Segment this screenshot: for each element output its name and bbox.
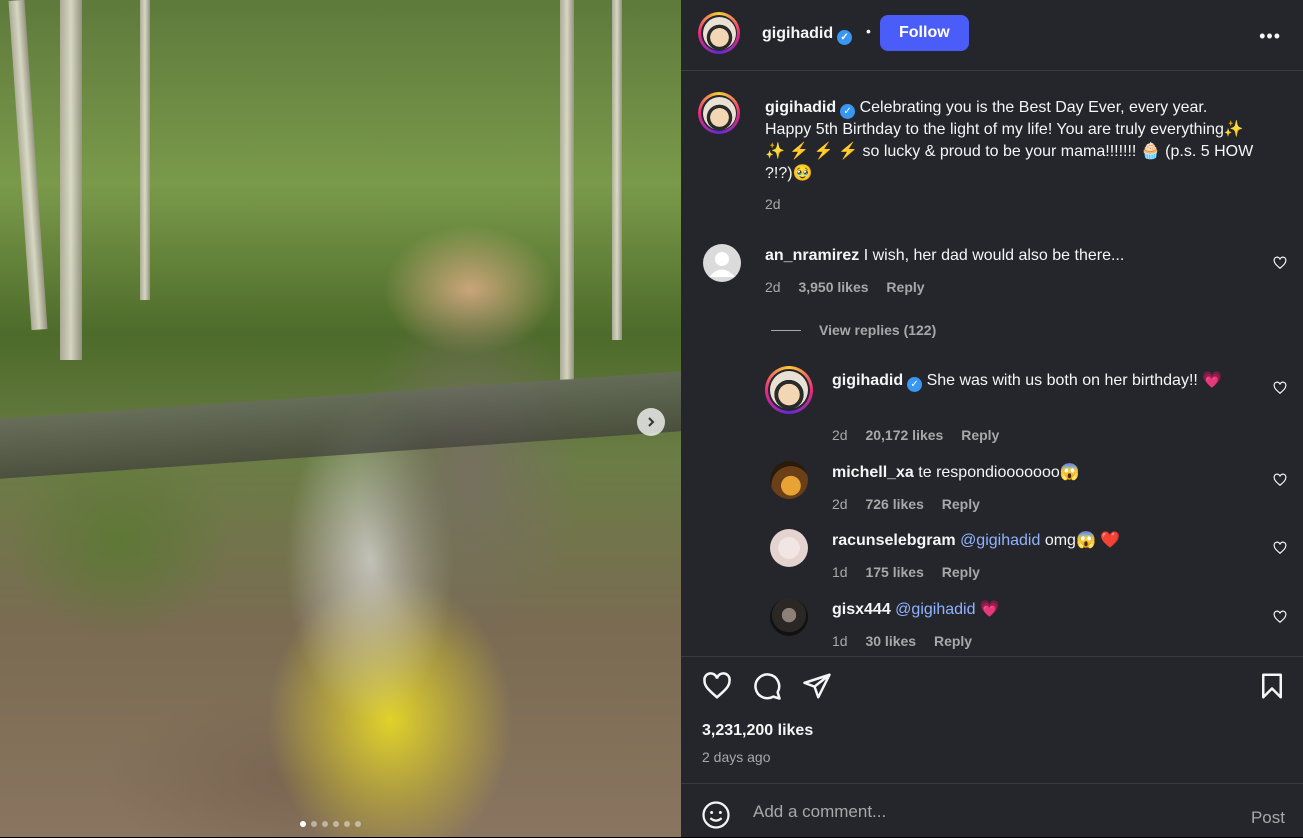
comment-likes[interactable]: 726 likes — [865, 496, 923, 512]
comment: gigihadid ✓ She was with us both on her b… — [832, 370, 1252, 392]
comment-meta: 2d 20,172 likes Reply — [832, 427, 999, 443]
comment-mention[interactable]: @gigihadid — [895, 601, 975, 618]
carousel-dot[interactable] — [355, 821, 361, 827]
post-header: gigihadid ✓ • Follow ••• — [681, 0, 1303, 71]
verified-icon: ✓ — [837, 30, 853, 45]
comment-mention[interactable]: @gigihadid — [960, 532, 1040, 549]
comment-text: I wish, her dad would also be there... — [863, 247, 1125, 264]
comment-time[interactable]: 2d — [832, 496, 848, 512]
comment-time[interactable]: 1d — [832, 564, 848, 580]
comment: michell_xa te respondiooooooo😱 — [832, 462, 1252, 484]
author-avatar[interactable] — [698, 12, 740, 54]
comment-likes[interactable]: 20,172 likes — [865, 427, 943, 443]
comment-text: omg😱 ❤️ — [1044, 532, 1121, 549]
likes-count[interactable]: 3,231,200 likes — [702, 722, 813, 740]
caption-avatar[interactable] — [698, 92, 740, 134]
comment: racunselebgram @gigihadid omg😱 ❤️ — [832, 530, 1252, 552]
follow-button[interactable]: Follow — [880, 15, 969, 51]
comment-like-icon[interactable] — [1273, 610, 1287, 624]
reply-button[interactable]: Reply — [886, 279, 924, 295]
author-name-text[interactable]: gigihadid — [762, 25, 833, 42]
reply-button[interactable]: Reply — [942, 496, 980, 512]
tree-trunk — [612, 0, 622, 340]
heart-icon[interactable] — [702, 671, 732, 701]
reply-button[interactable]: Reply — [934, 633, 972, 649]
carousel-dot[interactable] — [322, 821, 328, 827]
comment-text: 💗 — [979, 601, 1000, 618]
verified-icon: ✓ — [907, 377, 923, 392]
carousel-next-button[interactable] — [637, 408, 665, 436]
comment-text: te respondiooooooo😱 — [918, 464, 1080, 481]
comment-meta: 1d 175 likes Reply — [832, 564, 980, 580]
comment-username[interactable]: racunselebgram — [832, 532, 956, 549]
divider — [681, 656, 1303, 657]
comment-time[interactable]: 2d — [832, 427, 848, 443]
comment-likes[interactable]: 175 likes — [865, 564, 923, 580]
bookmark-icon[interactable] — [1257, 671, 1287, 701]
caption: gigihadid ✓ Celebrating you is the Best D… — [765, 97, 1255, 185]
comment: gisx444 @gigihadid 💗 — [832, 599, 1252, 621]
comment-like-icon[interactable] — [1273, 473, 1287, 487]
post-time[interactable]: 2 days ago — [702, 749, 771, 765]
replies-divider — [771, 330, 801, 331]
tree-trunk — [8, 0, 48, 331]
post-panel: gigihadid ✓ • Follow ••• gigihadid ✓ Celeb… — [681, 0, 1303, 837]
comment-meta: 2d 726 likes Reply — [832, 496, 980, 512]
author-username[interactable]: gigihadid ✓ — [762, 25, 853, 45]
emoji-icon[interactable] — [701, 800, 731, 830]
reply-avatar[interactable] — [770, 598, 808, 636]
comment-username[interactable]: an_nramirez — [765, 247, 859, 264]
separator-dot: • — [866, 23, 871, 39]
caption-time[interactable]: 2d — [765, 196, 781, 212]
carousel-dot[interactable] — [300, 821, 306, 827]
comment-bar: Post — [681, 783, 1303, 838]
reply-avatar[interactable] — [770, 529, 808, 567]
carousel-dot[interactable] — [344, 821, 350, 827]
carousel-dot[interactable] — [333, 821, 339, 827]
view-replies-button[interactable]: View replies (122) — [819, 322, 936, 338]
comment-username[interactable]: michell_xa — [832, 464, 914, 481]
reply-avatar[interactable] — [765, 366, 813, 414]
comment-username[interactable]: gigihadid — [832, 372, 903, 389]
verified-icon: ✓ — [840, 104, 856, 119]
comment-meta: 2d 3,950 likes Reply — [765, 279, 925, 295]
comment-icon[interactable] — [752, 671, 782, 701]
reply-avatar[interactable] — [770, 461, 808, 499]
chevron-right-icon — [648, 417, 655, 427]
tree-trunk — [560, 0, 574, 380]
comment-text: She was with us both on her birthday!! 💗 — [926, 372, 1223, 389]
tree-trunk — [60, 0, 82, 360]
tree-trunk — [140, 0, 150, 300]
comment-like-icon[interactable] — [1273, 381, 1287, 395]
comment-likes[interactable]: 3,950 likes — [798, 279, 868, 295]
default-avatar-icon — [709, 252, 735, 277]
more-icon[interactable]: ••• — [1259, 26, 1281, 47]
share-icon[interactable] — [802, 671, 832, 701]
comment-username[interactable]: gisx444 — [832, 601, 891, 618]
comment-meta: 1d 30 likes Reply — [832, 633, 972, 649]
comment-time[interactable]: 2d — [765, 279, 781, 295]
comment-likes[interactable]: 30 likes — [865, 633, 916, 649]
comment-input[interactable] — [751, 798, 1225, 826]
caption-author[interactable]: gigihadid — [765, 99, 836, 116]
carousel-dot[interactable] — [311, 821, 317, 827]
caption-text: Celebrating you is the Best Day Ever, ev… — [765, 99, 1254, 182]
reply-button[interactable]: Reply — [942, 564, 980, 580]
comment-like-icon[interactable] — [1273, 541, 1287, 555]
comment-time[interactable]: 1d — [832, 633, 848, 649]
reply-button[interactable]: Reply — [961, 427, 999, 443]
comment: an_nramirez I wish, her dad would also b… — [765, 245, 1245, 267]
deck — [0, 371, 681, 479]
post-photo[interactable] — [0, 0, 681, 837]
post-button[interactable]: Post — [1251, 808, 1285, 828]
comment-like-icon[interactable] — [1273, 256, 1287, 270]
carousel-dots — [300, 821, 361, 827]
commenter-avatar[interactable] — [703, 244, 741, 282]
